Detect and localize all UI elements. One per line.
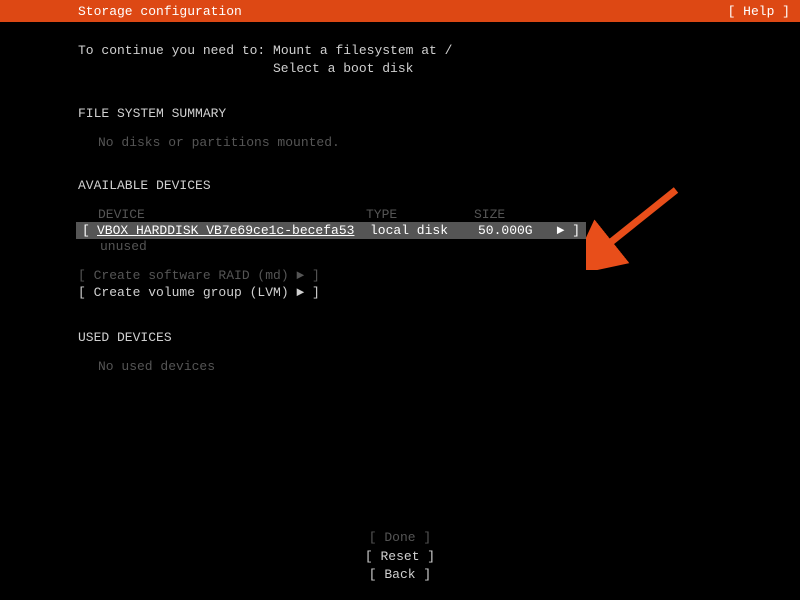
devices-table-header: DEVICE TYPE SIZE xyxy=(78,207,722,222)
device-row[interactable]: [ VBOX_HARDDISK_VB7e69ce1c-becefa53 loca… xyxy=(76,222,586,239)
available-devices-section: AVAILABLE DEVICES DEVICE TYPE SIZE [ VBO… xyxy=(78,178,722,302)
bottom-buttons: [ Done ] [ Reset ] [ Back ] xyxy=(0,529,800,584)
col-header-type: TYPE xyxy=(366,207,474,222)
file-system-summary-title: FILE SYSTEM SUMMARY xyxy=(78,106,722,121)
content-area: To continue you need to: Mount a filesys… xyxy=(0,22,800,374)
page-title: Storage configuration xyxy=(78,4,242,19)
row-open-bracket: [ xyxy=(82,223,97,238)
instruction-line-1: To continue you need to: Mount a filesys… xyxy=(78,42,722,60)
reset-button[interactable]: [ Reset ] xyxy=(0,548,800,566)
available-devices-title: AVAILABLE DEVICES xyxy=(78,178,722,193)
device-marker: ► ] xyxy=(543,223,580,238)
header-bar: Storage configuration [ Help ] xyxy=(0,0,800,22)
create-raid-option[interactable]: [ Create software RAID (md) ► ] xyxy=(78,268,722,285)
done-button[interactable]: [ Done ] xyxy=(0,529,800,547)
menu-options: [ Create software RAID (md) ► ] [ Create… xyxy=(78,268,722,302)
file-system-summary-section: FILE SYSTEM SUMMARY No disks or partitio… xyxy=(78,106,722,150)
device-type: local disk xyxy=(370,223,478,238)
help-button[interactable]: [ Help ] xyxy=(728,4,790,19)
device-size: 50.000G xyxy=(478,223,543,238)
create-lvm-option[interactable]: [ Create volume group (LVM) ► ] xyxy=(78,285,722,302)
col-header-size: SIZE xyxy=(474,207,544,222)
unused-label: unused xyxy=(78,239,722,254)
instruction-line-2: Select a boot disk xyxy=(78,60,722,78)
instructions: To continue you need to: Mount a filesys… xyxy=(78,42,722,78)
back-button[interactable]: [ Back ] xyxy=(0,566,800,584)
used-devices-section: USED DEVICES No used devices xyxy=(78,330,722,374)
col-header-device: DEVICE xyxy=(98,207,366,222)
used-devices-message: No used devices xyxy=(78,359,722,374)
used-devices-title: USED DEVICES xyxy=(78,330,722,345)
file-system-summary-message: No disks or partitions mounted. xyxy=(78,135,722,150)
device-name: VBOX_HARDDISK_VB7e69ce1c-becefa53 xyxy=(97,223,370,238)
